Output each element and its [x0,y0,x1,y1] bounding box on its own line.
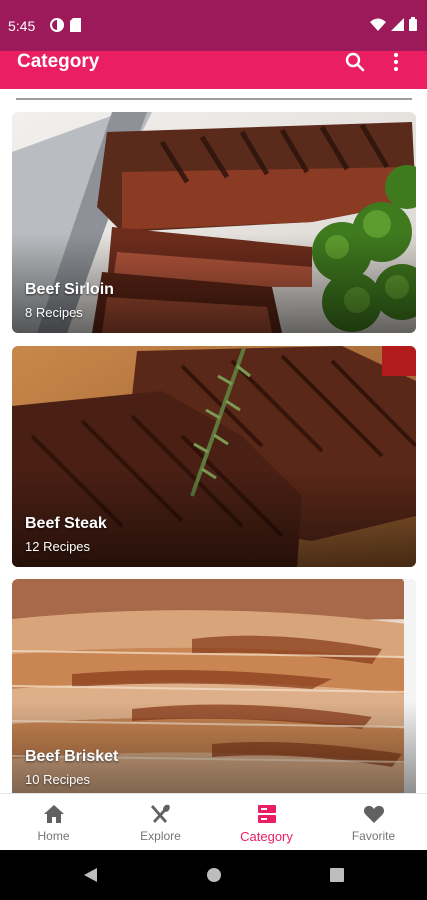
pull-indicator [16,98,412,100]
recipe-count: 8 Recipes [25,305,83,320]
nav-label: Home [37,829,70,843]
signal-icon [391,17,404,31]
nav-item-category[interactable]: Category [213,794,320,851]
beef-sirloin-image [12,112,416,333]
category-list-icon [257,805,276,823]
nav-item-explore[interactable]: Explore [107,794,214,851]
nav-label: Explore [140,829,181,843]
back-icon[interactable] [82,867,98,883]
category-card-beef-sirloin[interactable]: Beef Sirloin 8 Recipes [12,112,416,333]
beef-steak-image [12,346,416,567]
category-card-beef-brisket[interactable]: Beef Brisket 10 Recipes [12,579,416,793]
heart-icon [363,805,384,823]
nav-item-home[interactable]: Home [0,794,107,851]
wifi-icon [370,18,386,31]
home-icon [43,805,64,823]
category-name: Beef Steak [25,515,107,532]
app-bar: Category [0,51,427,89]
data-saver-icon [50,18,64,32]
more-options-icon[interactable] [388,51,404,73]
page-title: Category [17,51,100,72]
category-card-beef-steak[interactable]: Beef Steak 12 Recipes [12,346,416,567]
system-navigation-bar [0,850,427,900]
search-icon[interactable] [344,51,366,73]
nav-label: Category [240,829,293,844]
nav-label: Favorite [351,829,396,843]
status-time: 5:45 [8,18,36,34]
category-name: Beef Sirloin [25,281,114,298]
nav-item-favorite[interactable]: Favorite [320,794,427,851]
home-button-icon[interactable] [206,867,222,883]
recipe-count: 10 Recipes [25,772,91,787]
recipe-count: 12 Recipes [25,539,91,554]
fork-knife-icon [150,804,170,823]
recents-icon[interactable] [329,867,345,883]
battery-icon [409,17,417,31]
status-bar: 5:45 [0,0,427,51]
bottom-navigation: Home Explore Category Favorite [0,793,427,850]
category-name: Beef Brisket [25,748,119,765]
sd-card-icon [70,18,81,32]
